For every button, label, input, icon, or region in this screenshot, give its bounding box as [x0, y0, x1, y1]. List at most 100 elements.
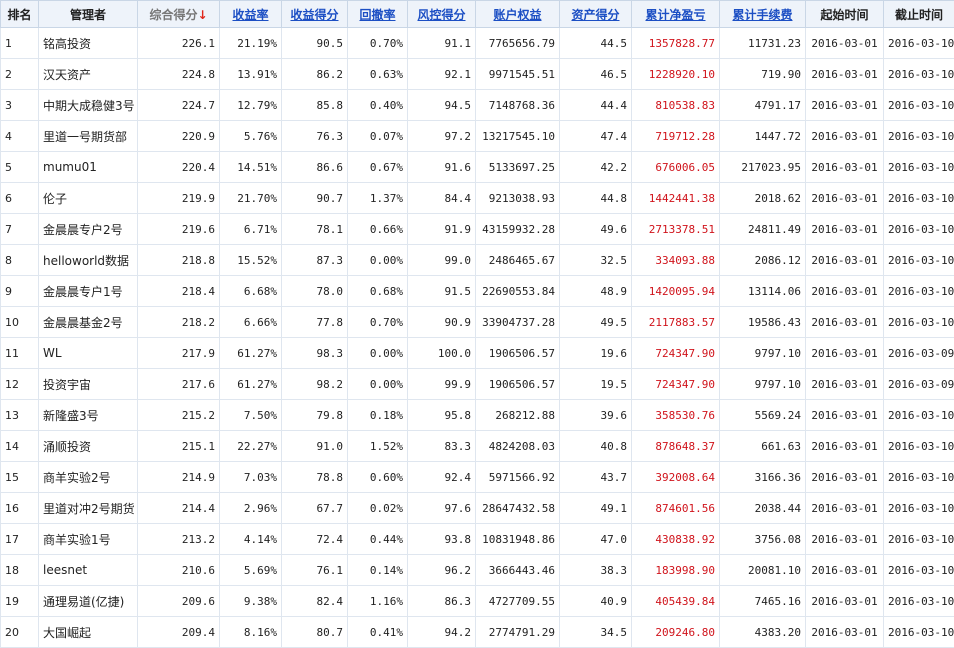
table-row[interactable]: 14涌顺投资215.122.27%91.01.52%83.34824208.03…	[1, 431, 954, 462]
cell-equity: 9213038.93	[476, 183, 560, 214]
cell-manager[interactable]: helloworld数据	[39, 245, 138, 276]
cell-end-date: 2016-03-10	[884, 90, 954, 121]
column-header-risk-score[interactable]: 风控得分	[408, 1, 476, 28]
table-row[interactable]: 15商羊实验2号214.97.03%78.80.60%92.45971566.9…	[1, 462, 954, 493]
cell-manager[interactable]: 金晨晨专户1号	[39, 276, 138, 307]
cell-total-score: 217.6	[138, 369, 220, 400]
cell-return-rate: 6.68%	[220, 276, 282, 307]
table-row[interactable]: 6伦子219.921.70%90.71.37%84.49213038.9344.…	[1, 183, 954, 214]
cell-manager[interactable]: 伦子	[39, 183, 138, 214]
column-header-net-profit[interactable]: 累计净盈亏	[632, 1, 720, 28]
cell-asset-score: 49.5	[560, 307, 632, 338]
table-row[interactable]: 10金晨晨基金2号218.26.66%77.80.70%90.933904737…	[1, 307, 954, 338]
table-row[interactable]: 9金晨晨专户1号218.46.68%78.00.68%91.522690553.…	[1, 276, 954, 307]
cell-equity: 1906506.57	[476, 338, 560, 369]
cell-fees: 3756.08	[720, 524, 806, 555]
cell-manager[interactable]: 中期大成稳健3号	[39, 90, 138, 121]
cell-manager[interactable]: 里道一号期货部	[39, 121, 138, 152]
cell-risk-score: 96.2	[408, 555, 476, 586]
cell-end-date: 2016-03-09	[884, 369, 954, 400]
cell-asset-score: 48.9	[560, 276, 632, 307]
cell-net-profit: 358530.76	[632, 400, 720, 431]
table-row[interactable]: 17商羊实验1号213.24.14%72.40.44%93.810831948.…	[1, 524, 954, 555]
cell-return-rate: 15.52%	[220, 245, 282, 276]
cell-manager[interactable]: 商羊实验1号	[39, 524, 138, 555]
cell-risk-score: 93.8	[408, 524, 476, 555]
cell-total-score: 220.4	[138, 152, 220, 183]
table-row[interactable]: 8helloworld数据218.815.52%87.30.00%99.0248…	[1, 245, 954, 276]
cell-return-rate: 61.27%	[220, 369, 282, 400]
cell-rank: 15	[1, 462, 39, 493]
cell-manager[interactable]: mumu01	[39, 152, 138, 183]
table-row[interactable]: 11WL217.961.27%98.30.00%100.01906506.571…	[1, 338, 954, 369]
cell-total-score: 218.8	[138, 245, 220, 276]
column-header-label: 收益率	[232, 8, 268, 22]
cell-rank: 14	[1, 431, 39, 462]
cell-manager[interactable]: 汉天资产	[39, 59, 138, 90]
cell-risk-score: 94.5	[408, 90, 476, 121]
table-row[interactable]: 13新隆盛3号215.27.50%79.80.18%95.8268212.883…	[1, 400, 954, 431]
cell-manager[interactable]: 里道对冲2号期货	[39, 493, 138, 524]
cell-return-rate: 5.69%	[220, 555, 282, 586]
table-row[interactable]: 5mumu01220.414.51%86.60.67%91.65133697.2…	[1, 152, 954, 183]
column-header-equity[interactable]: 账户权益	[476, 1, 560, 28]
cell-manager[interactable]: 大国崛起	[39, 617, 138, 648]
cell-return-score: 98.2	[282, 369, 348, 400]
cell-manager[interactable]: WL	[39, 338, 138, 369]
cell-risk-score: 99.9	[408, 369, 476, 400]
cell-rank: 6	[1, 183, 39, 214]
cell-drawdown: 0.70%	[348, 28, 408, 59]
cell-total-score: 220.9	[138, 121, 220, 152]
column-header-fees[interactable]: 累计手续费	[720, 1, 806, 28]
cell-asset-score: 19.6	[560, 338, 632, 369]
cell-start-date: 2016-03-01	[806, 338, 884, 369]
cell-manager[interactable]: 新隆盛3号	[39, 400, 138, 431]
cell-fees: 661.63	[720, 431, 806, 462]
cell-manager[interactable]: 投资宇宙	[39, 369, 138, 400]
table-row[interactable]: 16里道对冲2号期货214.42.96%67.70.02%97.62864743…	[1, 493, 954, 524]
cell-manager[interactable]: 金晨晨基金2号	[39, 307, 138, 338]
cell-total-score: 215.2	[138, 400, 220, 431]
column-header-drawdown[interactable]: 回撤率	[348, 1, 408, 28]
cell-manager[interactable]: 金晨晨专户2号	[39, 214, 138, 245]
cell-manager[interactable]: 商羊实验2号	[39, 462, 138, 493]
cell-net-profit: 2117883.57	[632, 307, 720, 338]
table-row[interactable]: 20大国崛起209.48.16%80.70.41%94.22774791.293…	[1, 617, 954, 648]
cell-drawdown: 0.63%	[348, 59, 408, 90]
cell-manager[interactable]: 涌顺投资	[39, 431, 138, 462]
cell-return-score: 86.2	[282, 59, 348, 90]
cell-drawdown: 1.37%	[348, 183, 408, 214]
cell-drawdown: 0.18%	[348, 400, 408, 431]
cell-return-rate: 61.27%	[220, 338, 282, 369]
cell-drawdown: 0.07%	[348, 121, 408, 152]
table-row[interactable]: 12投资宇宙217.661.27%98.20.00%99.91906506.57…	[1, 369, 954, 400]
cell-return-rate: 6.66%	[220, 307, 282, 338]
cell-asset-score: 47.0	[560, 524, 632, 555]
table-row[interactable]: 7金晨晨专户2号219.66.71%78.10.66%91.943159932.…	[1, 214, 954, 245]
column-header-return-score[interactable]: 收益得分	[282, 1, 348, 28]
column-header-total-score[interactable]: 综合得分↓	[138, 1, 220, 28]
cell-rank: 16	[1, 493, 39, 524]
cell-drawdown: 0.66%	[348, 214, 408, 245]
table-row[interactable]: 2汉天资产224.813.91%86.20.63%92.19971545.514…	[1, 59, 954, 90]
column-header-return-rate[interactable]: 收益率	[220, 1, 282, 28]
column-header-asset-score[interactable]: 资产得分	[560, 1, 632, 28]
table-row[interactable]: 1铭高投资226.121.19%90.50.70%91.17765656.794…	[1, 28, 954, 59]
arrow-down-icon[interactable]: ↓	[197, 8, 207, 22]
cell-total-score: 217.9	[138, 338, 220, 369]
cell-end-date: 2016-03-10	[884, 121, 954, 152]
table-row[interactable]: 18leesnet210.65.69%76.10.14%96.23666443.…	[1, 555, 954, 586]
cell-manager[interactable]: 铭高投资	[39, 28, 138, 59]
table-row[interactable]: 3中期大成稳健3号224.712.79%85.80.40%94.57148768…	[1, 90, 954, 121]
cell-fees: 719.90	[720, 59, 806, 90]
table-row[interactable]: 4里道一号期货部220.95.76%76.30.07%97.213217545.…	[1, 121, 954, 152]
cell-end-date: 2016-03-10	[884, 307, 954, 338]
cell-manager[interactable]: 通理易道(亿捷)	[39, 586, 138, 617]
table-row[interactable]: 19通理易道(亿捷)209.69.38%82.41.16%86.34727709…	[1, 586, 954, 617]
cell-net-profit: 1357828.77	[632, 28, 720, 59]
cell-net-profit: 183998.90	[632, 555, 720, 586]
cell-equity: 33904737.28	[476, 307, 560, 338]
cell-total-score: 210.6	[138, 555, 220, 586]
cell-risk-score: 94.2	[408, 617, 476, 648]
cell-manager[interactable]: leesnet	[39, 555, 138, 586]
